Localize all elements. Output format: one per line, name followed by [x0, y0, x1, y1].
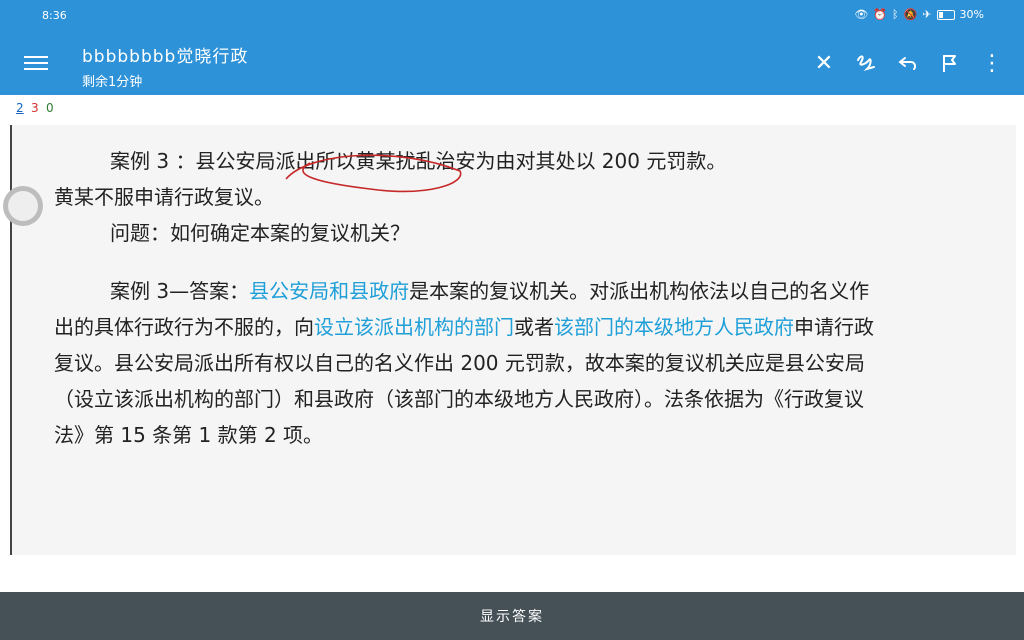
close-icon[interactable]: ✕ — [810, 46, 838, 80]
answer-highlight-1: 县公安局和县政府 — [249, 279, 410, 303]
scribble-icon[interactable] — [852, 46, 880, 80]
answer-highlight-2: 设立该派出机构的部门 — [314, 315, 514, 339]
eye-icon: 👁 — [854, 8, 869, 21]
answer-counts: 2 3 0 — [0, 95, 1024, 125]
answer-highlight-3: 该部门的本级地方人民政府 — [554, 315, 794, 339]
floating-handle[interactable] — [3, 186, 43, 226]
case-line-1: 案例 3 ：县公安局派出所以黄某扰乱治安为由对其处以 200 元罚款。 — [110, 149, 727, 173]
time-remaining: 剩余1分钟 — [82, 75, 143, 90]
question-text: 问题：如何确定本案的复议机关？ — [110, 221, 410, 245]
battery-level: 30% — [959, 8, 984, 21]
status-time: 8:36 — [42, 9, 67, 22]
answer-middle-2: 或者 — [514, 315, 554, 339]
bluetooth-icon: ᛒ — [892, 8, 899, 21]
title-block: bbbbbbbb觉晓行政 剩余1分钟 — [82, 42, 248, 90]
status-bar: 8:36 👁 ⏰ ᛒ 🔕 ✈ 30% — [0, 0, 1024, 32]
count-blue: 2 — [16, 101, 24, 115]
count-green: 0 — [46, 101, 54, 115]
status-icons: 👁 ⏰ ᛒ 🔕 ✈ 30% — [854, 8, 984, 21]
question-card: 案例 3 ：县公安局派出所以黄某扰乱治安为由对其处以 200 元罚款。 黄某不服… — [10, 125, 1016, 555]
app-bar: bbbbbbbb觉晓行政 剩余1分钟 ✕ ⋮ — [0, 32, 1024, 95]
mute-icon: 🔕 — [903, 8, 918, 21]
question-content: 案例 3 ：县公安局派出所以黄某扰乱治安为由对其处以 200 元罚款。 黄某不服… — [54, 143, 874, 453]
show-answer-button[interactable]: 显示答案 — [0, 592, 1024, 640]
page-title: bbbbbbbb觉晓行政 — [82, 47, 249, 67]
more-vert-icon[interactable]: ⋮ — [978, 46, 1006, 80]
count-red: 3 — [31, 101, 39, 115]
undo-icon[interactable] — [894, 46, 922, 80]
battery-icon — [936, 9, 955, 20]
flag-icon[interactable] — [936, 46, 964, 80]
toolbar-actions: ✕ ⋮ — [810, 46, 1006, 80]
case-line-2: 黄某不服申请行政复议。 — [54, 185, 274, 209]
answer-prefix: 案例 3—答案： — [110, 279, 250, 303]
answer-paragraph: 案例 3—答案：县公安局和县政府是本案的复议机关。对派出机构依法以自己的名义作出… — [54, 273, 874, 453]
airplane-icon: ✈ — [922, 8, 932, 21]
menu-icon[interactable] — [24, 52, 48, 74]
alarm-icon: ⏰ — [873, 8, 888, 21]
